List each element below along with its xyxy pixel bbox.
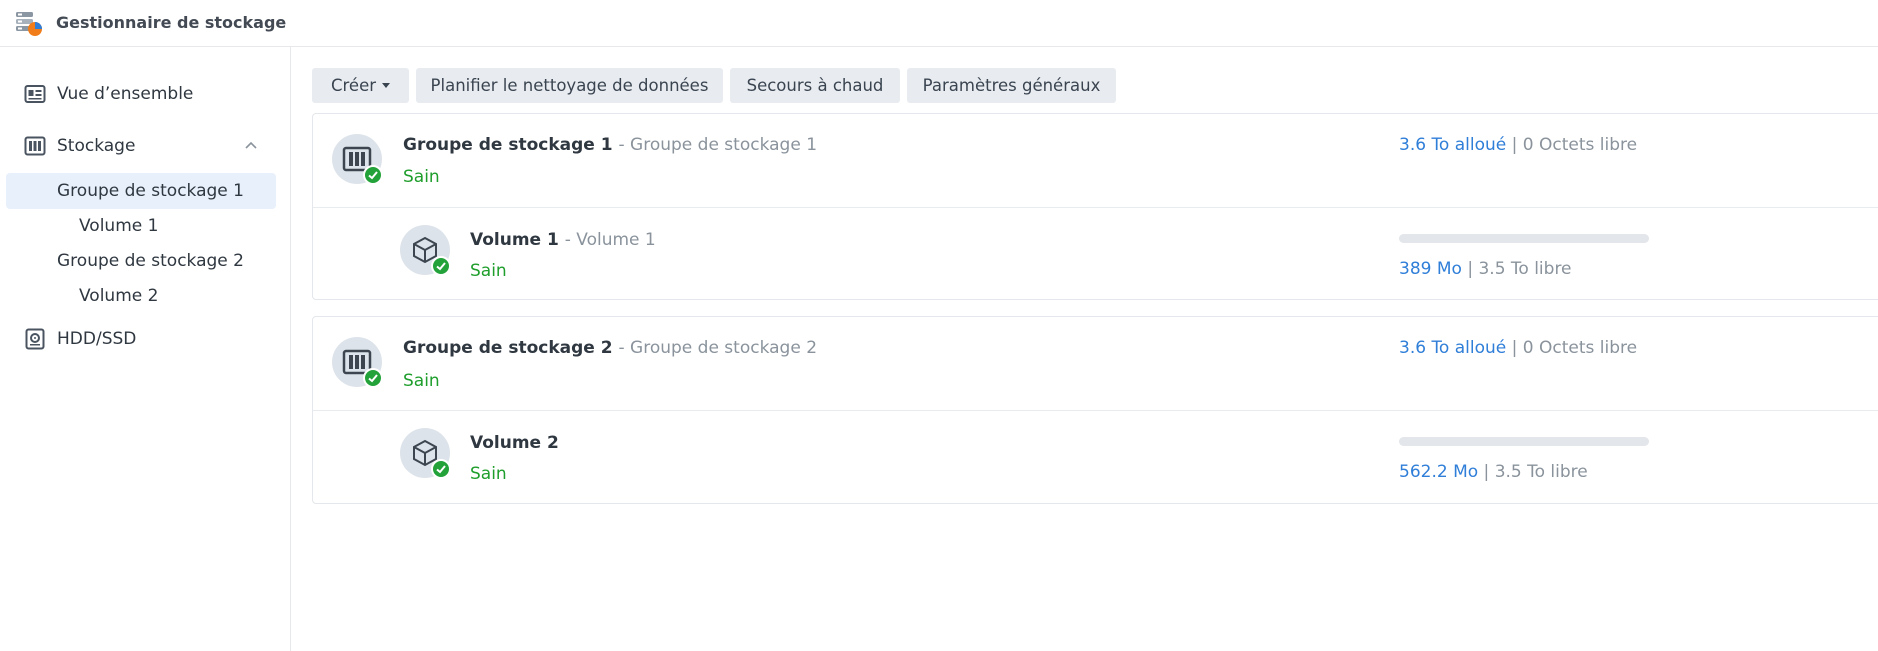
free-value: 0 Octets libre: [1522, 135, 1638, 155]
sidebar-item-pool-1[interactable]: Groupe de stockage 1: [6, 173, 276, 209]
title-bar: Gestionnaire de stockage: [0, 0, 1878, 47]
pool-name: Groupe de stockage 1 - Groupe de stockag…: [403, 135, 817, 155]
sidebar-item-volume-1[interactable]: Volume 1: [6, 208, 276, 244]
pool-usage: 3.6 To alloué | 0 Octets libre: [1399, 338, 1637, 358]
check-icon: [431, 459, 451, 479]
sidebar-item-label: HDD/SSD: [57, 329, 137, 349]
volume-row[interactable]: Volume 1 - Volume 1 Sain 389 Mo | 3.5 To…: [313, 207, 1878, 300]
sidebar-item-label: Groupe de stockage 1: [57, 181, 244, 201]
pool-name: Groupe de stockage 2 - Groupe de stockag…: [403, 338, 817, 358]
volume-icon: [400, 428, 451, 479]
separator: |: [1511, 135, 1518, 155]
status-badge: Sain: [470, 464, 507, 484]
general-settings-button[interactable]: Paramètres généraux: [907, 68, 1116, 103]
schedule-scrubbing-button[interactable]: Planifier le nettoyage de données: [416, 68, 723, 103]
sidebar-item-storage[interactable]: Stockage: [0, 128, 291, 164]
volume-name-text: Volume 1: [470, 230, 559, 250]
allocated-value: 3.6 To alloué: [1399, 338, 1507, 358]
sidebar-item-hdd[interactable]: HDD/SSD: [0, 321, 291, 357]
free-value: 0 Octets libre: [1522, 338, 1638, 358]
overview-icon: [24, 85, 46, 103]
storage-pool-row[interactable]: Groupe de stockage 1 - Groupe de stockag…: [313, 114, 1878, 206]
pool-description: - Groupe de stockage 1: [618, 135, 818, 155]
storage-pool-card: Groupe de stockage 1 - Groupe de stockag…: [312, 113, 1878, 300]
check-icon: [431, 256, 451, 276]
free-value: 3.5 To libre: [1494, 462, 1588, 482]
pool-name-text: Groupe de stockage 2: [403, 338, 613, 358]
volume-name: Volume 1 - Volume 1: [470, 230, 656, 250]
sidebar-item-label: Groupe de stockage 2: [57, 251, 244, 271]
separator: |: [1483, 462, 1490, 482]
volume-usage: 562.2 Mo | 3.5 To libre: [1399, 462, 1588, 482]
pool-description: - Groupe de stockage 2: [618, 338, 818, 358]
storage-pool-card: Groupe de stockage 2 - Groupe de stockag…: [312, 316, 1878, 504]
volume-description: - Volume 1: [564, 230, 656, 250]
sidebar: Vue d’ensemble Stockage Groupe de stocka…: [0, 47, 291, 651]
separator: |: [1511, 338, 1518, 358]
storage-pool-icon: [332, 134, 383, 185]
sidebar-item-label: Stockage: [57, 136, 136, 156]
status-badge: Sain: [403, 167, 440, 187]
volume-icon: [400, 225, 451, 276]
storage-pool-row[interactable]: Groupe de stockage 2 - Groupe de stockag…: [313, 317, 1878, 409]
schedule-scrubbing-label: Planifier le nettoyage de données: [430, 76, 709, 95]
volume-name-text: Volume 2: [470, 433, 559, 453]
check-icon: [363, 165, 383, 185]
volume-usage: 389 Mo | 3.5 To libre: [1399, 259, 1572, 279]
volume-name: Volume 2: [470, 433, 559, 453]
pool-usage: 3.6 To alloué | 0 Octets libre: [1399, 135, 1637, 155]
create-button-label: Créer: [330, 76, 377, 95]
separator: |: [1467, 259, 1474, 279]
sidebar-item-label: Vue d’ensemble: [57, 84, 194, 104]
storage-icon: [24, 136, 46, 156]
chevron-up-icon[interactable]: [243, 138, 259, 154]
storage-manager-icon: [16, 12, 42, 36]
status-badge: Sain: [470, 261, 507, 281]
allocated-value: 3.6 To alloué: [1399, 135, 1507, 155]
hot-spare-label: Secours à chaud: [746, 76, 884, 95]
sidebar-item-label: Volume 2: [79, 286, 159, 306]
sidebar-item-pool-2[interactable]: Groupe de stockage 2: [6, 243, 276, 279]
sidebar-item-volume-2[interactable]: Volume 2: [6, 278, 276, 314]
used-value: 562.2 Mo: [1399, 462, 1479, 482]
volume-usage-bar: [1399, 234, 1649, 243]
caret-down-icon: [382, 83, 391, 88]
free-value: 3.5 To libre: [1478, 259, 1572, 279]
app-title: Gestionnaire de stockage: [56, 13, 287, 32]
pool-name-text: Groupe de stockage 1: [403, 135, 613, 155]
general-settings-label: Paramètres généraux: [922, 76, 1101, 95]
volume-row[interactable]: Volume 2 Sain 562.2 Mo | 3.5 To libre: [313, 410, 1878, 503]
volume-usage-bar: [1399, 437, 1649, 446]
hot-spare-button[interactable]: Secours à chaud: [730, 68, 900, 103]
storage-pool-icon: [332, 337, 383, 388]
hdd-icon: [25, 328, 45, 350]
check-icon: [363, 368, 383, 388]
used-value: 389 Mo: [1399, 259, 1462, 279]
status-badge: Sain: [403, 371, 440, 391]
sidebar-item-label: Volume 1: [79, 216, 159, 236]
sidebar-item-overview[interactable]: Vue d’ensemble: [0, 76, 291, 112]
create-button[interactable]: Créer: [312, 68, 409, 103]
